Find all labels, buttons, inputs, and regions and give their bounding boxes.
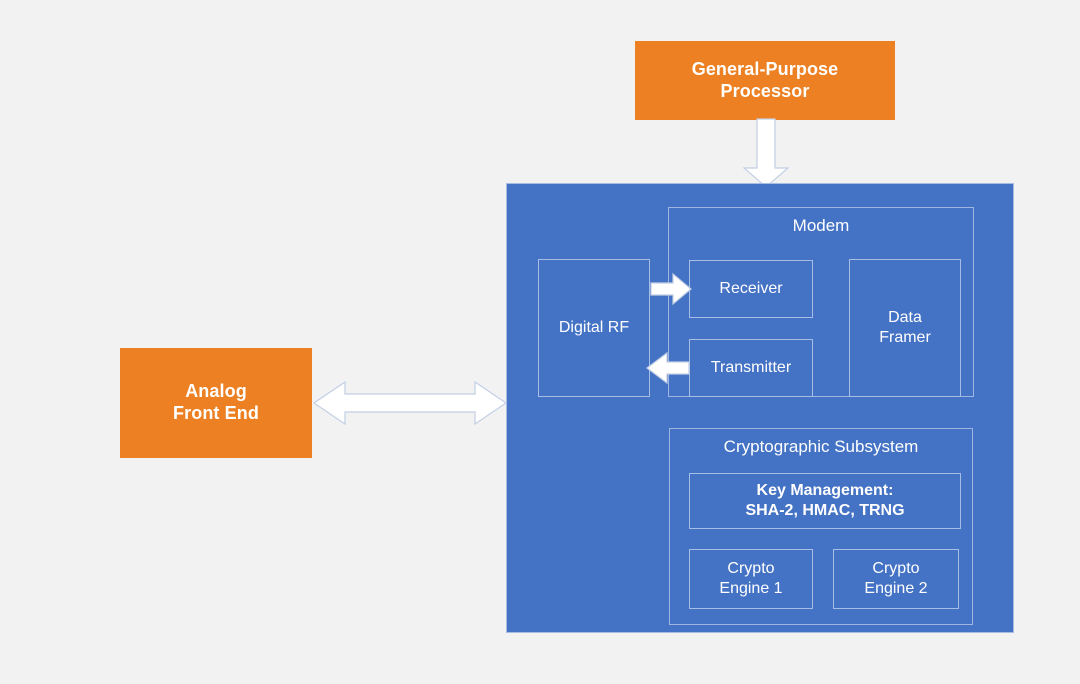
block-crypto-engine-2[interactable]: Crypto Engine 2 xyxy=(833,549,959,609)
diagram-canvas: General-Purpose Processor Analog Front E… xyxy=(0,0,1080,684)
block-key-management[interactable]: Key Management: SHA-2, HMAC, TRNG xyxy=(689,473,961,529)
group-cryptographic-subsystem-label: Cryptographic Subsystem xyxy=(723,437,919,456)
block-crypto-engine-1[interactable]: Crypto Engine 1 xyxy=(689,549,813,609)
panel-system: Modem Digital RF Receiver Transmitter Da… xyxy=(506,183,1014,633)
